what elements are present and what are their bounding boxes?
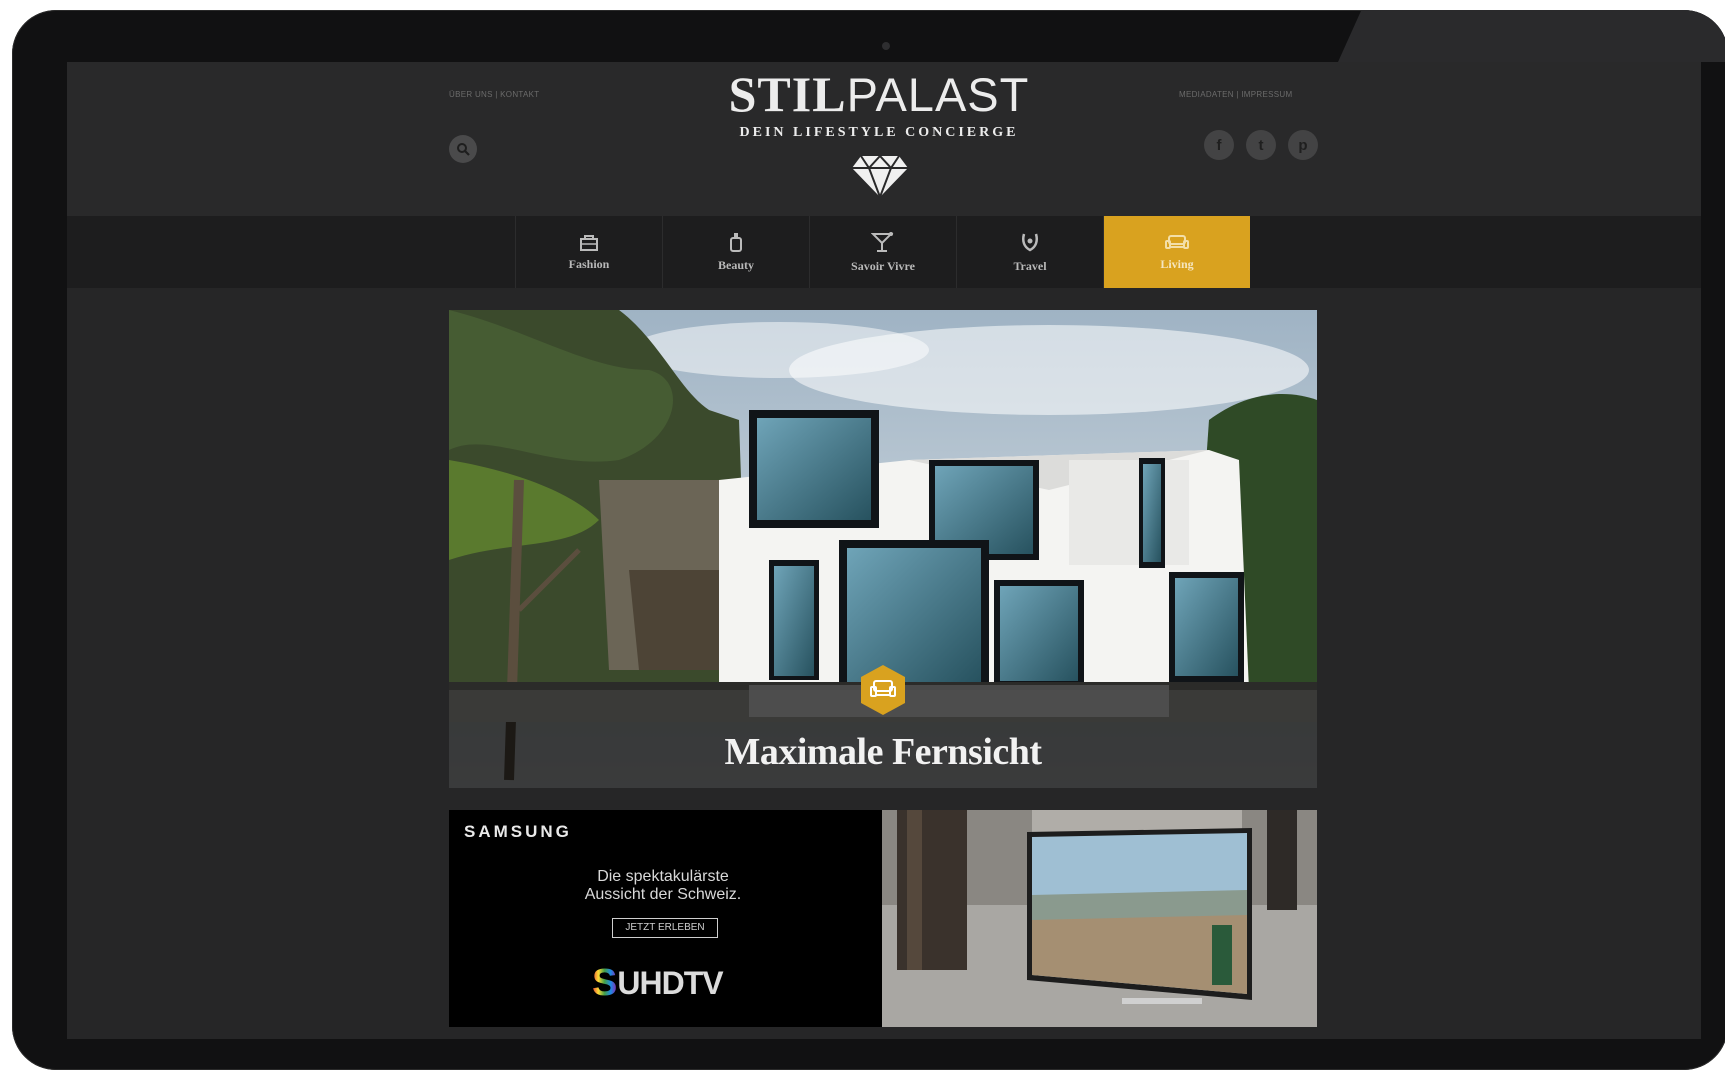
site-logo[interactable]: STILPALAST DEIN LIFESTYLE CONCIERGE: [719, 64, 1039, 141]
ad-brand-logo: SAMSUNG: [464, 822, 572, 841]
suhd-text: UHDTV: [617, 965, 723, 1001]
cocktail-icon: [871, 231, 894, 252]
nav-item-savoir-vivre[interactable]: Savoir Vivre: [809, 216, 956, 288]
social-links: f t p: [1204, 130, 1318, 160]
camera-dot: [882, 42, 890, 50]
search-button[interactable]: [449, 135, 477, 163]
ad-copy-line1: Die spektakulärste: [597, 868, 729, 885]
perfume-icon: [730, 232, 742, 252]
bag-icon: [580, 234, 598, 251]
diamond-icon: [852, 154, 908, 198]
suhd-s-mark: S: [592, 962, 618, 1004]
logo-bold: STIL: [728, 66, 847, 122]
ad-copy: Die spektakulärste Aussicht der Schweiz.: [549, 868, 777, 904]
logo-light: PALAST: [846, 68, 1030, 121]
site-header: ÜBER UNS | KONTAKT MEDIADATEN | IMPRESSU…: [67, 62, 1701, 216]
bezel-glare: [1338, 10, 1725, 62]
twitter-icon[interactable]: t: [1246, 130, 1276, 160]
sofa-icon: [861, 665, 905, 715]
browser-screen: ÜBER UNS | KONTAKT MEDIADATEN | IMPRESSU…: [67, 62, 1701, 1039]
main-nav: Fashion Beauty Savoir Vivre Travel Livin…: [67, 216, 1701, 288]
about-contact-links[interactable]: ÜBER UNS | KONTAKT: [449, 90, 539, 99]
nav-item-travel[interactable]: Travel: [956, 216, 1103, 288]
suhd-tv-logo: S UHDTV: [592, 962, 724, 1005]
ad-tv-image: [882, 810, 1317, 1027]
hero-image: [449, 310, 1317, 788]
samsung-ad-banner[interactable]: SAMSUNG Die spektakulärste Aussicht der …: [449, 810, 1317, 1027]
media-impressum-links[interactable]: MEDIADATEN | IMPRESSUM: [1179, 90, 1292, 99]
hero-title[interactable]: Maximale Fernsicht: [449, 730, 1317, 774]
travel-icon: [1022, 233, 1038, 251]
nav-label: Living: [1160, 256, 1194, 271]
nav-item-living[interactable]: Living: [1103, 216, 1250, 288]
nav-label: Beauty: [718, 257, 754, 272]
search-icon: [457, 143, 470, 156]
nav-item-beauty[interactable]: Beauty: [662, 216, 809, 288]
pinterest-icon[interactable]: p: [1288, 130, 1318, 160]
ad-copy-line2: Aussicht der Schweiz.: [584, 886, 742, 903]
hero-article[interactable]: Maximale Fernsicht: [449, 310, 1317, 788]
nav-label: Savoir Vivre: [851, 258, 915, 273]
sofa-icon: [1165, 234, 1189, 249]
ad-cta-button[interactable]: JETZT ERLEBEN: [612, 918, 718, 938]
facebook-icon[interactable]: f: [1204, 130, 1234, 160]
nav-label: Travel: [1013, 258, 1047, 273]
logo-tagline: DEIN LIFESTYLE CONCIERGE: [739, 125, 1019, 140]
nav-item-fashion[interactable]: Fashion: [515, 216, 662, 288]
nav-label: Fashion: [568, 256, 610, 271]
